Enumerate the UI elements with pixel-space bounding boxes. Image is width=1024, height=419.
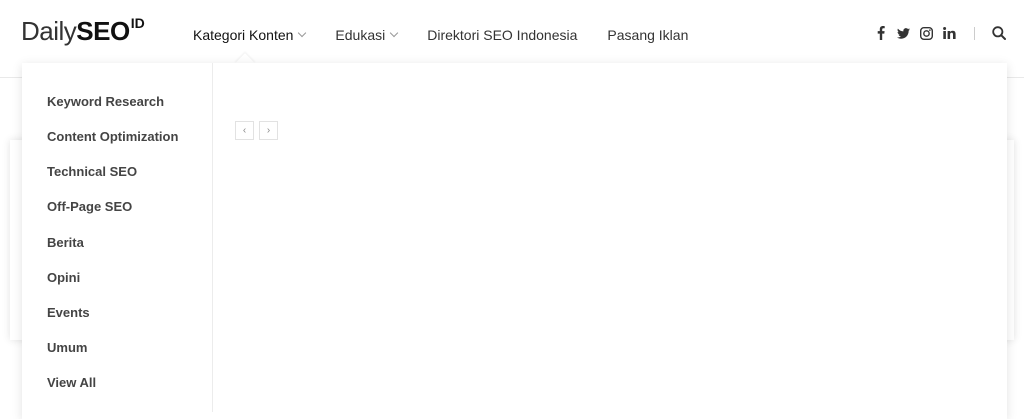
mega-menu-item-content-optimization[interactable]: Content Optimization [47, 129, 178, 144]
nav-item-pasang-iklan[interactable]: Pasang Iklan [607, 27, 688, 43]
nav-item-edukasi[interactable]: Edukasi [335, 27, 399, 43]
logo-text-seo: SEO [76, 16, 130, 46]
linkedin-icon[interactable] [941, 24, 957, 42]
kategori-konten-mega-menu: Keyword Research Content Optimization Te… [22, 63, 1007, 419]
nav-item-label: Kategori Konten [193, 27, 294, 43]
mega-menu-item-events[interactable]: Events [47, 305, 90, 320]
mega-menu-category-list: Keyword Research Content Optimization Te… [22, 63, 213, 412]
mega-menu-prev-button[interactable]: ‹ [235, 121, 254, 140]
mega-menu-item-view-all[interactable]: View All [47, 375, 96, 390]
chevron-down-icon [298, 28, 307, 38]
mega-menu-item-berita[interactable]: Berita [47, 235, 84, 250]
mega-menu-item-technical-seo[interactable]: Technical SEO [47, 164, 137, 179]
mega-menu-item-keyword-research[interactable]: Keyword Research [47, 94, 164, 109]
header-divider [974, 27, 975, 40]
mega-menu-item-umum[interactable]: Umum [47, 340, 87, 355]
nav-item-label: Pasang Iklan [607, 27, 689, 43]
main-nav: Kategori Konten Edukasi Direktori SEO In… [193, 0, 718, 70]
twitter-icon[interactable] [895, 24, 911, 42]
nav-item-label: Direktori SEO Indonesia [427, 27, 578, 43]
instagram-icon[interactable] [918, 24, 934, 42]
nav-item-kategori-konten[interactable]: Kategori Konten [193, 27, 307, 43]
nav-item-direktori[interactable]: Direktori SEO Indonesia [427, 27, 577, 43]
facebook-icon[interactable] [873, 24, 889, 42]
mega-menu-item-off-page-seo[interactable]: Off-Page SEO [47, 199, 132, 214]
logo-text-daily: Daily [21, 16, 77, 46]
chevron-down-icon [389, 28, 399, 38]
logo-text-id: ID [130, 15, 145, 31]
mega-menu-item-opini[interactable]: Opini [47, 270, 80, 285]
search-icon[interactable] [991, 24, 1007, 42]
site-logo[interactable]: DailySEOID [21, 15, 145, 50]
mega-menu-next-button[interactable]: › [259, 121, 278, 140]
nav-item-label: Edukasi [335, 27, 386, 43]
